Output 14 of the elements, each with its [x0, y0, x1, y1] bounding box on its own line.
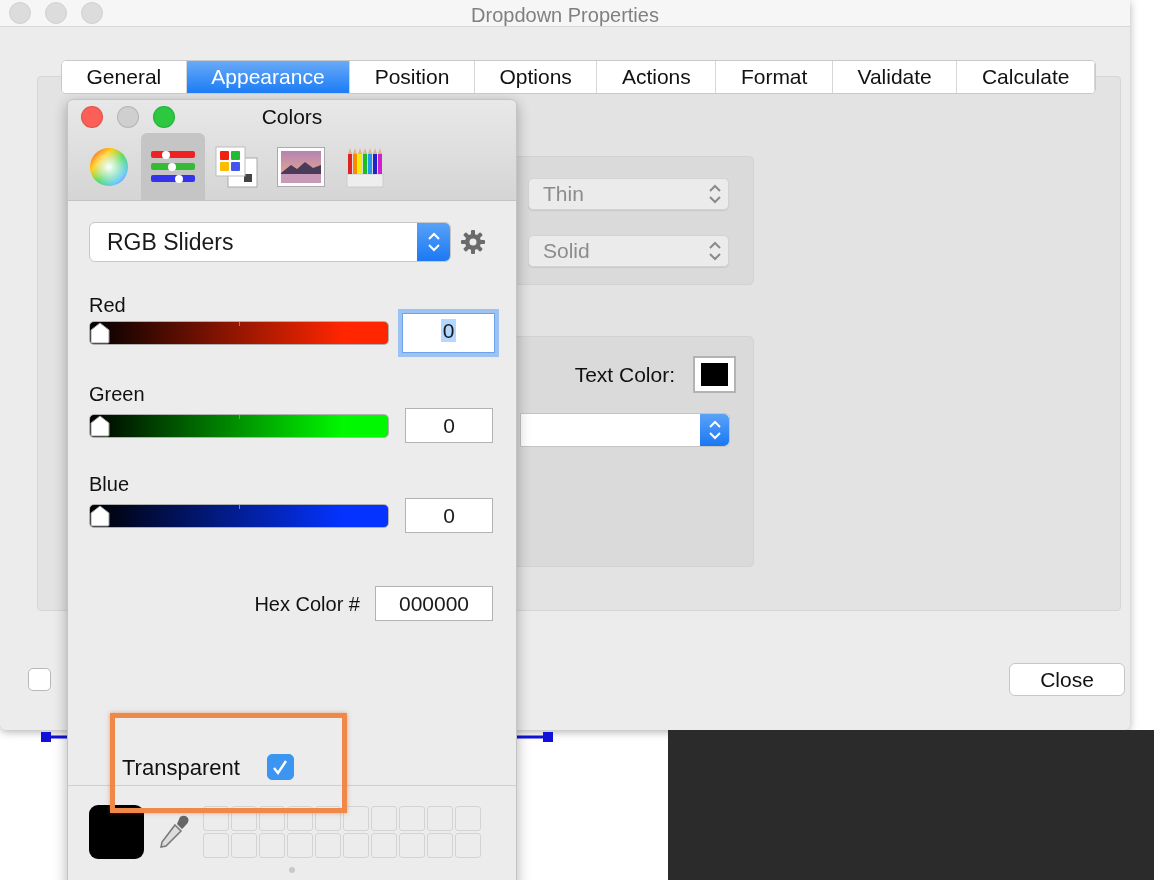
- transparent-label: Transparent: [122, 753, 240, 782]
- window-title: Colors: [261, 103, 323, 130]
- value-field[interactable]: 0: [405, 498, 493, 533]
- value-field[interactable]: 0: [405, 408, 493, 443]
- text-color-label: Text Color:: [574, 361, 675, 388]
- hex-field[interactable]: 000000: [375, 586, 493, 621]
- window-title: Dropdown Properties: [471, 3, 659, 28]
- close-button[interactable]: Close: [1009, 663, 1125, 696]
- slider-label: Red: [89, 294, 127, 316]
- color-model-dropdown[interactable]: RGB Sliders: [89, 222, 451, 262]
- slider-label: Green: [89, 383, 146, 405]
- hex-label: Hex Color #: [254, 591, 360, 617]
- tab[interactable]: General: [62, 61, 187, 93]
- slider-label: Blue: [89, 473, 131, 495]
